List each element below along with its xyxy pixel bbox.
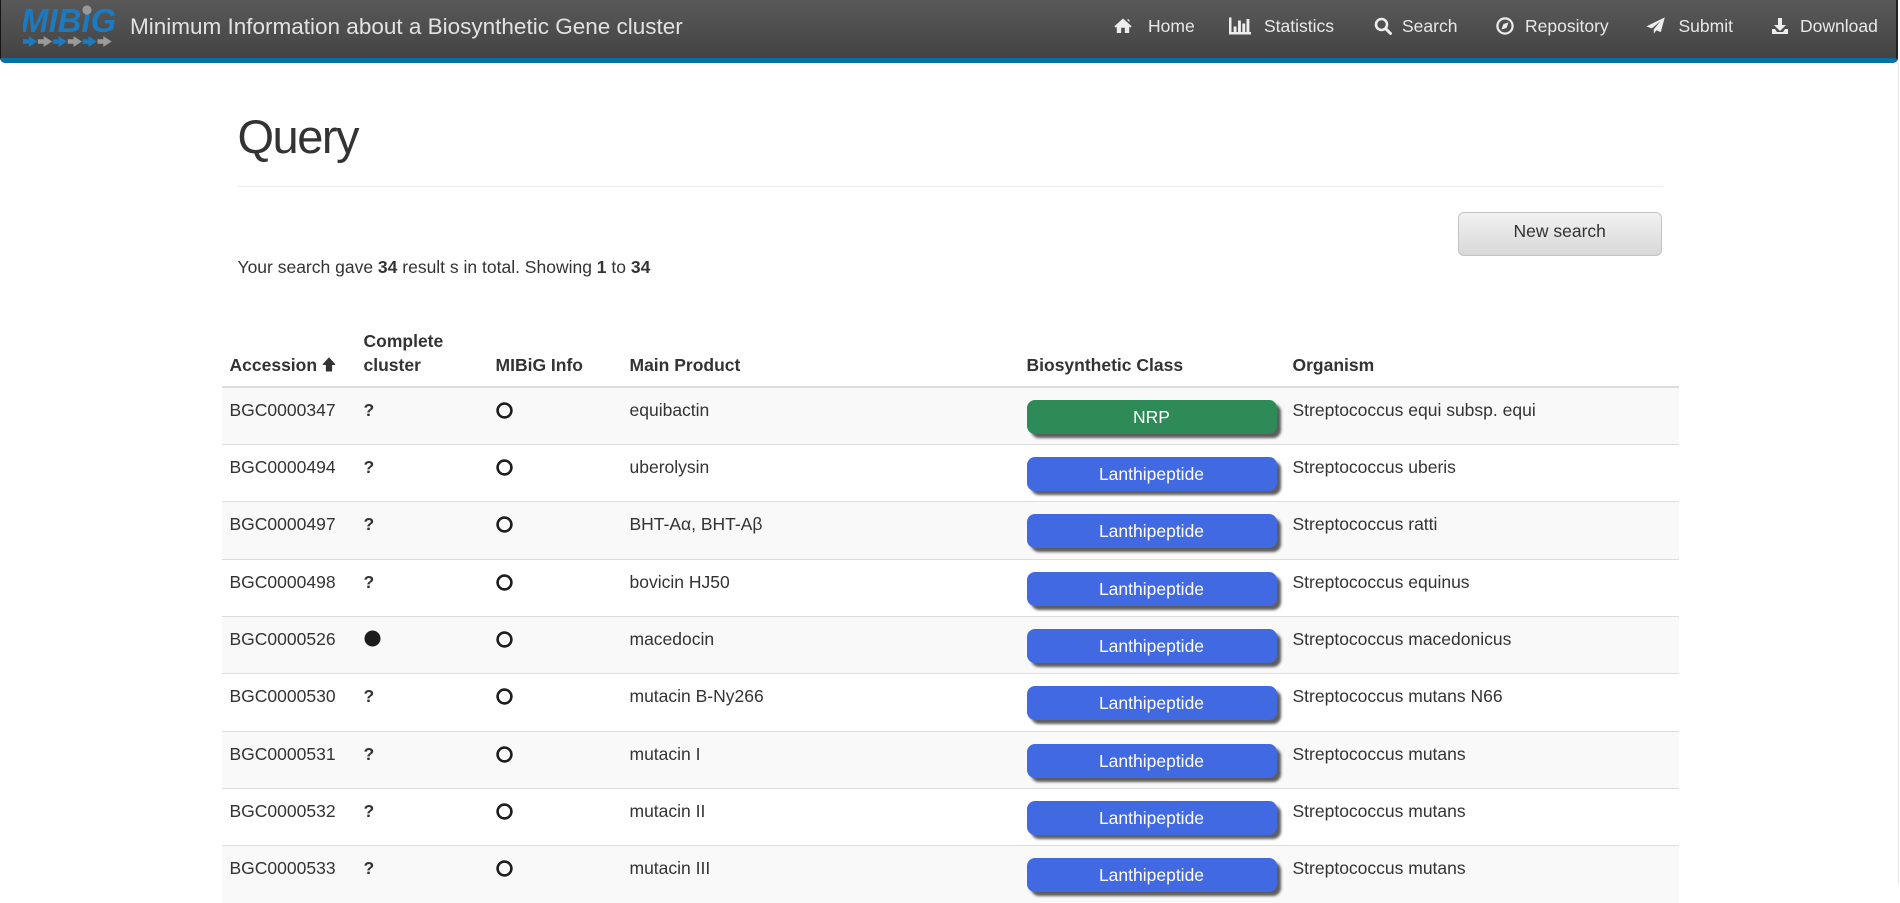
svg-text:MIBıG: MIBıG <box>23 4 116 39</box>
